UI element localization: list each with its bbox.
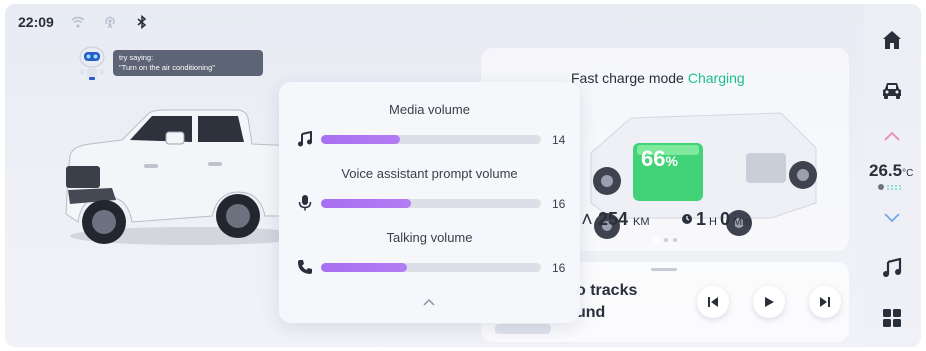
voice-assistant[interactable]: try saying: "Turn on the air conditionin… — [75, 44, 263, 82]
talking-volume-value: 16 — [552, 261, 566, 275]
car-screen: 22:09 try saying: "Turn on the air condi… — [5, 4, 921, 347]
talking-volume-slider[interactable] — [321, 263, 541, 272]
assistant-hint-bubble: try saying: "Turn on the air conditionin… — [113, 50, 263, 76]
temperature-unit: °C — [902, 168, 914, 179]
status-bar: 22:09 — [18, 14, 150, 30]
battery-percent-value: 66 — [641, 146, 666, 171]
car-icon — [883, 83, 901, 99]
charge-hours: 1 — [696, 209, 707, 229]
range-value: 254 — [598, 209, 629, 229]
temperature-value: 26.5 — [869, 161, 903, 180]
album-art-placeholder — [495, 324, 551, 334]
media-volume-slider[interactable] — [321, 135, 541, 144]
music-message-line-1: o tracks — [576, 282, 638, 299]
wifi-icon — [70, 14, 86, 30]
media-volume-value: 14 — [552, 133, 566, 147]
music-note-icon — [296, 130, 314, 148]
charge-status: Charging — [687, 70, 745, 86]
page-dot[interactable] — [673, 238, 677, 242]
play-button[interactable] — [753, 286, 785, 318]
assistant-robot-icon[interactable] — [75, 44, 109, 82]
fan-level-icon — [878, 184, 901, 190]
charge-hours-unit: H — [709, 216, 717, 228]
range-unit: KM — [633, 216, 650, 228]
clock-icon — [682, 214, 692, 224]
media-volume-label: Media volume — [389, 102, 470, 117]
voice-prompt-volume-slider[interactable] — [321, 199, 541, 208]
temperature-down-button[interactable] — [880, 206, 904, 230]
charge-minutes: 0 — [719, 209, 730, 229]
range-icon — [582, 213, 592, 225]
charge-mode-label: Fast charge mode — [571, 70, 684, 86]
music-button[interactable] — [880, 256, 904, 280]
home-button[interactable] — [880, 28, 904, 52]
hotspot-icon — [102, 14, 118, 30]
battery-percent-unit: % — [665, 153, 678, 169]
volume-panel[interactable]: Media volume 14 Voice assistant prompt v… — [279, 82, 580, 323]
previous-icon — [708, 297, 718, 307]
media-volume-fill — [321, 135, 401, 144]
voice-prompt-volume-fill — [321, 199, 412, 208]
next-icon — [820, 297, 830, 307]
hint-line-2: "Turn on the air conditioning" — [119, 63, 215, 72]
page-dot[interactable] — [653, 238, 659, 242]
range-readout: 254 KM — [581, 209, 650, 230]
voice-prompt-volume-value: 16 — [552, 197, 566, 211]
phone-icon — [296, 258, 314, 276]
clock: 22:09 — [18, 14, 54, 30]
temperature-up-button[interactable] — [880, 124, 904, 148]
hint-line-1: try saying: — [119, 53, 154, 62]
page-dot[interactable] — [664, 238, 668, 242]
bluetooth-icon — [134, 14, 150, 30]
vehicle-button[interactable] — [880, 78, 904, 102]
microphone-icon — [296, 194, 314, 212]
previous-button[interactable] — [697, 286, 729, 318]
vehicle-illustration — [65, 109, 300, 245]
page-indicator[interactable] — [653, 238, 677, 242]
charge-time-readout: 1 H 0 Min — [681, 209, 751, 230]
drag-handle[interactable] — [651, 268, 677, 271]
play-icon — [765, 297, 774, 307]
voice-prompt-volume-label: Voice assistant prompt volume — [341, 166, 518, 181]
apps-button[interactable] — [880, 306, 904, 330]
chevron-up-icon — [884, 131, 900, 141]
apps-grid-icon — [883, 309, 901, 327]
next-button[interactable] — [809, 286, 841, 318]
home-icon — [883, 31, 901, 49]
talking-volume-label: Talking volume — [386, 230, 473, 245]
sidebar: 26.5°C — [863, 4, 921, 347]
music-message-line-2: und — [576, 304, 606, 321]
talking-volume-fill — [321, 263, 407, 272]
music-icon — [883, 258, 902, 277]
temperature-readout: 26.5°C — [869, 161, 913, 181]
charge-title: Fast charge mode Charging — [571, 70, 745, 86]
battery-percent: 66% — [641, 146, 678, 172]
charge-minutes-unit: Min — [732, 216, 751, 228]
chevron-up-icon[interactable] — [421, 296, 437, 308]
chevron-down-icon — [884, 213, 900, 223]
